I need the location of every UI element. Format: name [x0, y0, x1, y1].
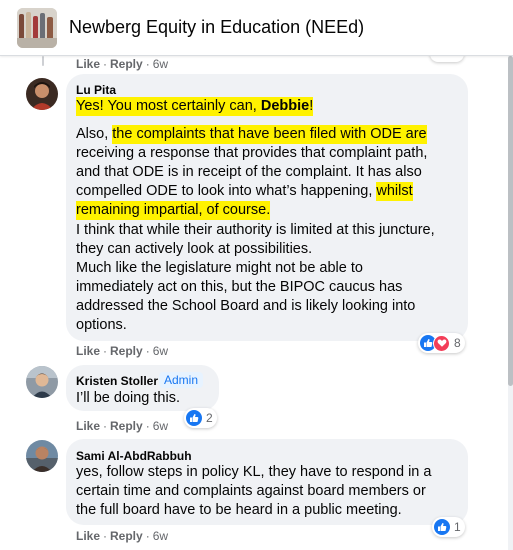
comment-text-line: I think that while their authority is li…	[76, 222, 435, 238]
reply-thread-line	[42, 56, 44, 66]
comment-text-line: the full board have to be heard in a pub…	[76, 502, 402, 518]
like-link[interactable]: Like	[76, 344, 100, 358]
comment-author[interactable]: Kristen Stoller	[76, 374, 158, 388]
reaction-count: 8	[454, 336, 461, 350]
comment-time[interactable]: 6w	[153, 529, 168, 543]
group-title[interactable]: Newberg Equity in Education (NEEd)	[69, 17, 364, 38]
comment-text-line: certain time and complaints against boar…	[76, 483, 426, 499]
comment-time[interactable]: 6w	[153, 344, 168, 358]
like-link[interactable]: Like	[76, 419, 100, 433]
like-reaction-icon	[186, 410, 202, 426]
avatar[interactable]	[26, 440, 58, 472]
comment-text-line: remaining impartial, of course.	[76, 201, 271, 220]
reply-link[interactable]: Reply	[110, 529, 143, 543]
comment-text-line: they can actively look at possibilities.	[76, 241, 313, 257]
comment-text: I’ll be doing this.	[76, 390, 180, 406]
comment-time[interactable]: 6w	[153, 57, 168, 71]
avatar[interactable]	[26, 366, 58, 398]
comment-text-line: and that ODE is in receipt of the compla…	[76, 164, 422, 180]
text-segment: compelled ODE to look into what’s happen…	[76, 183, 377, 199]
comment-actions: Like · Reply · 6w	[76, 344, 169, 358]
group-header: Newberg Equity in Education (NEEd)	[0, 0, 513, 56]
group-cover-thumbnail[interactable]	[17, 8, 57, 48]
avatar[interactable]	[26, 78, 58, 110]
highlighted-text: the complaints that have been filed with…	[112, 125, 427, 144]
comment-author[interactable]: Sami Al-AbdRabbuh	[76, 449, 192, 463]
reaction-count: 1	[454, 520, 461, 534]
reaction-summary[interactable]: 2	[184, 408, 217, 428]
reply-link[interactable]: Reply	[110, 57, 143, 71]
comment-text-line: addressed the School Board and is likely…	[76, 298, 416, 314]
reaction-summary[interactable]: 8	[418, 333, 465, 353]
comment-actions: Like · Reply · 6w	[76, 57, 169, 71]
admin-badge: Admin	[159, 372, 204, 388]
like-reaction-icon	[434, 519, 450, 535]
comment-text-line: compelled ODE to look into what’s happen…	[76, 182, 413, 201]
text-segment: Also,	[76, 126, 113, 142]
comment-text-line: Yes! You most certainly can, Debbie!	[76, 97, 314, 116]
highlighted-text: remaining impartial, of course.	[76, 201, 271, 220]
comment-text-line: options.	[76, 317, 127, 333]
reply-link[interactable]: Reply	[110, 419, 143, 433]
love-reaction-icon	[433, 334, 450, 352]
comment-actions: Like · Reply · 6w	[76, 419, 169, 433]
like-link[interactable]: Like	[76, 529, 100, 543]
highlighted-text: whilst	[376, 182, 413, 201]
highlighted-text: !	[309, 97, 314, 116]
reply-link[interactable]: Reply	[110, 344, 143, 358]
comment-author[interactable]: Lu Pita	[76, 83, 116, 97]
scrollbar-thumb[interactable]	[508, 56, 513, 386]
comment-text-line: immediately act on this, but the BIPOC c…	[76, 279, 403, 295]
comment-text-line: Much like the legislature might not be a…	[76, 260, 363, 276]
reaction-count: 2	[206, 411, 213, 425]
comment-time[interactable]: 6w	[153, 419, 168, 433]
highlighted-text: Yes! You most certainly can,	[76, 97, 261, 116]
comment-actions: Like · Reply · 6w	[76, 529, 169, 543]
like-link[interactable]: Like	[76, 57, 100, 71]
comment-text-line: Also, the complaints that have been file…	[76, 125, 427, 144]
comment-text-line: yes, follow steps in policy KL, they hav…	[76, 464, 432, 480]
reaction-summary[interactable]: 1	[432, 517, 465, 537]
mention-debbie[interactable]: Debbie	[260, 97, 310, 116]
comment-text-line: receiving a response that provides that …	[76, 145, 428, 161]
